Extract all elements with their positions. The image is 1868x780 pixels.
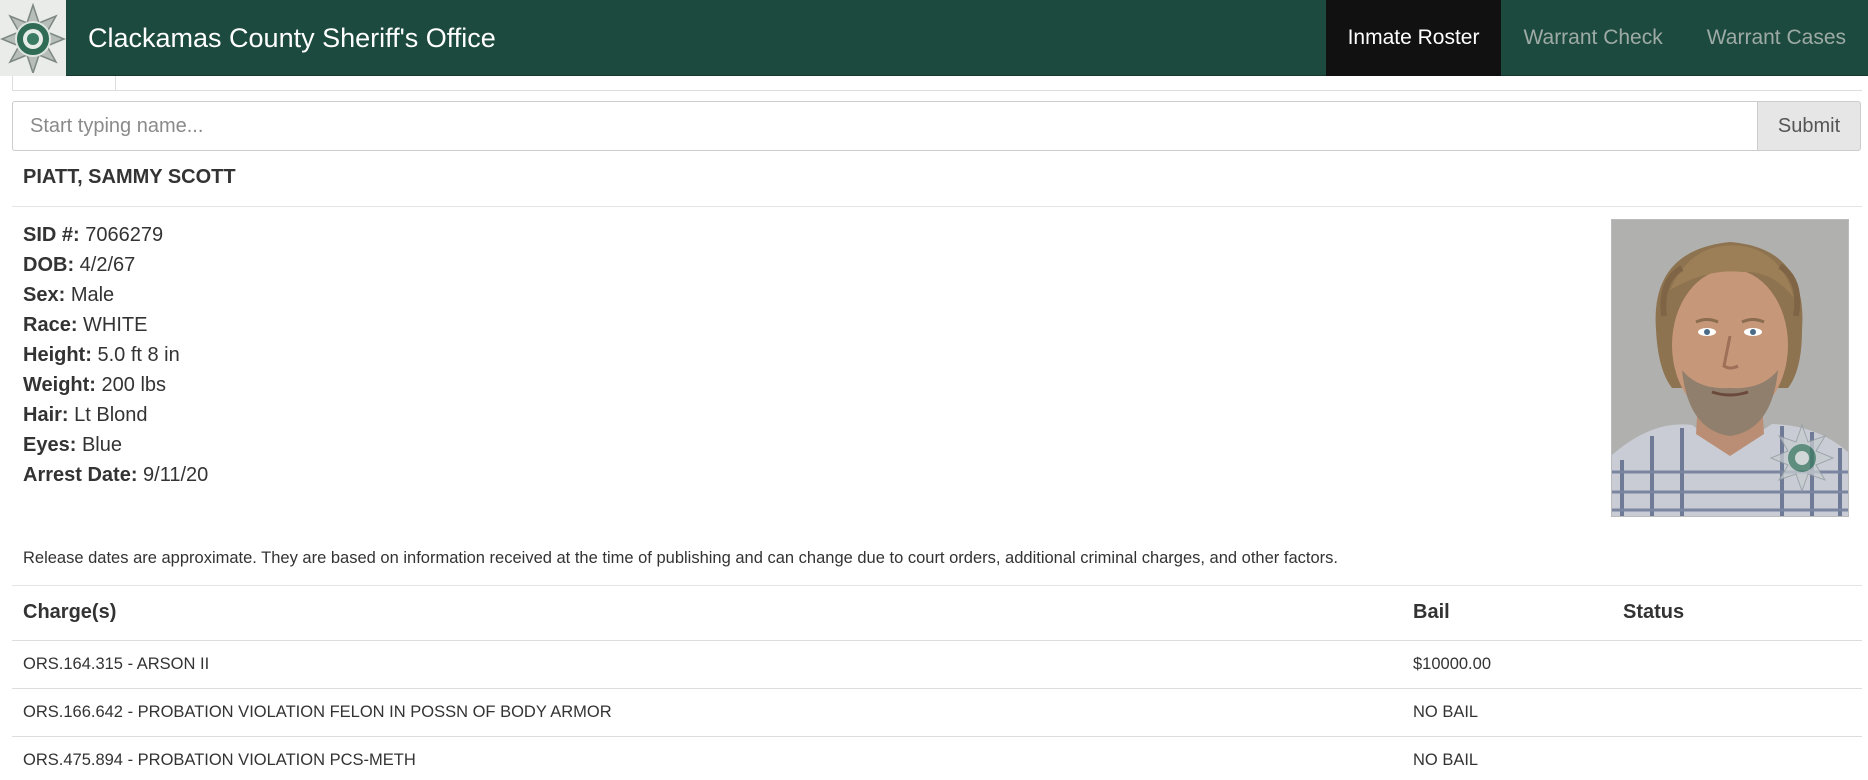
detail-label: Race: xyxy=(23,314,78,336)
detail-height: Height: 5.0 ft 8 in xyxy=(23,340,208,370)
detail-label: Hair: xyxy=(23,404,69,426)
table-row-charge: ORS.166.642 - PROBATION VIOLATION FELON … xyxy=(23,703,612,721)
tab-strip xyxy=(12,76,1862,91)
detail-label: Height: xyxy=(23,344,92,366)
divider xyxy=(12,585,1862,586)
app-title[interactable]: Clackamas County Sheriff's Office xyxy=(88,0,496,76)
detail-label: Eyes: xyxy=(23,434,77,456)
detail-value: WHITE xyxy=(83,314,148,336)
bail-header: Bail xyxy=(1413,601,1450,623)
detail-dob: DOB: 4/2/67 xyxy=(23,250,208,280)
detail-sex: Sex: Male xyxy=(23,280,208,310)
submit-button[interactable]: Submit xyxy=(1757,101,1861,151)
table-row-bail: NO BAIL xyxy=(1413,703,1479,721)
main-nav: Inmate Roster Warrant Check Warrant Case… xyxy=(1325,0,1868,76)
release-date-notice: Release dates are approximate. They are … xyxy=(23,549,1338,567)
table-row-bail: NO BAIL xyxy=(1413,751,1479,769)
search-bar: Submit xyxy=(12,101,1861,151)
detail-value: 200 lbs xyxy=(101,374,167,396)
nav-inmate-roster[interactable]: Inmate Roster xyxy=(1325,0,1502,76)
detail-label: Weight: xyxy=(23,374,96,396)
detail-eyes: Eyes: Blue xyxy=(23,430,208,460)
table-row-charge: ORS.164.315 - ARSON II xyxy=(23,655,210,673)
nav-warrant-cases[interactable]: Warrant Cases xyxy=(1685,0,1868,76)
detail-value: 7066279 xyxy=(85,224,164,246)
inmate-details: SID #: 7066279 DOB: 4/2/67 Sex: Male Rac… xyxy=(23,220,208,490)
detail-value: 9/11/20 xyxy=(143,464,209,486)
detail-value: 5.0 ft 8 in xyxy=(97,344,180,366)
detail-label: Sex: xyxy=(23,284,66,306)
table-row-bail: $10000.00 xyxy=(1413,655,1491,673)
detail-value: Lt Blond xyxy=(74,404,148,426)
detail-race: Race: WHITE xyxy=(23,310,208,340)
detail-value: Male xyxy=(70,284,115,306)
table-row-divider xyxy=(12,736,1862,737)
detail-value: Blue xyxy=(81,434,122,456)
table-header-divider xyxy=(12,640,1862,641)
table-row-divider xyxy=(12,688,1862,689)
top-navbar: Clackamas County Sheriff's Office Inmate… xyxy=(0,0,1868,76)
detail-arrest-date: Arrest Date: 9/11/20 xyxy=(23,460,208,490)
detail-label: DOB: xyxy=(23,254,75,276)
detail-hair: Hair: Lt Blond xyxy=(23,400,208,430)
divider xyxy=(12,206,1862,207)
detail-label: SID #: xyxy=(23,224,80,246)
name-search-input[interactable] xyxy=(12,101,1757,151)
detail-label: Arrest Date: xyxy=(23,464,138,486)
sheriff-badge-logo-icon[interactable] xyxy=(0,0,66,76)
charges-header: Charge(s) xyxy=(23,601,117,623)
inmate-photo xyxy=(1611,219,1849,517)
tab-active[interactable] xyxy=(12,76,116,90)
detail-value: 4/2/67 xyxy=(79,254,136,276)
nav-warrant-check[interactable]: Warrant Check xyxy=(1501,0,1684,76)
detail-weight: Weight: 200 lbs xyxy=(23,370,208,400)
status-header: Status xyxy=(1623,601,1685,623)
table-row-charge: ORS.475.894 - PROBATION VIOLATION PCS-ME… xyxy=(23,751,416,769)
inmate-photo-image xyxy=(1612,220,1848,516)
inmate-name: PIATT, SAMMY SCOTT xyxy=(23,166,236,188)
detail-sid: SID #: 7066279 xyxy=(23,220,208,250)
